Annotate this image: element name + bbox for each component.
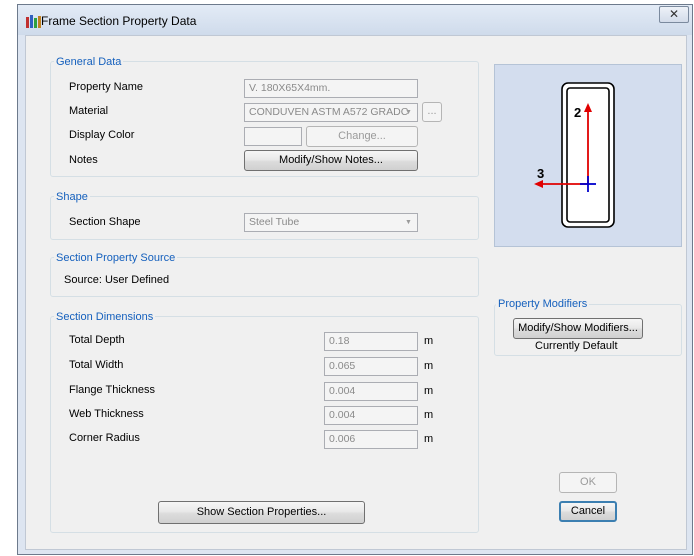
modify-show-modifiers-button[interactable]: Modify/Show Modifiers... — [513, 318, 643, 339]
title-bar[interactable]: Frame Section Property Data ✕ — [18, 5, 692, 35]
property-modifiers-legend: Property Modifiers — [496, 298, 590, 310]
corner-radius-label: Corner Radius — [69, 432, 140, 444]
dialog-window: Frame Section Property Data ✕ General Da… — [17, 4, 693, 555]
display-color-label: Display Color — [69, 129, 135, 141]
section-shape-label: Section Shape — [69, 216, 141, 228]
axis-3-label: 3 — [537, 166, 544, 181]
web-thickness-unit: m — [424, 409, 434, 421]
total-width-field[interactable]: 0.065 — [324, 357, 418, 376]
section-preview: 2 3 — [494, 64, 682, 247]
flange-thickness-label: Flange Thickness — [69, 384, 156, 396]
flange-thickness-field[interactable]: 0.004 — [324, 382, 418, 401]
app-icon — [26, 15, 41, 28]
display-color-swatch[interactable] — [244, 127, 302, 146]
show-section-properties-button[interactable]: Show Section Properties... — [158, 501, 365, 524]
web-thickness-field[interactable]: 0.004 — [324, 406, 418, 425]
total-depth-unit: m — [424, 335, 434, 347]
dialog-body: General Data Property Name V. 180X65X4mm… — [25, 35, 687, 550]
property-name-label: Property Name — [69, 81, 143, 93]
source-text: Source: User Defined — [64, 274, 170, 286]
notes-label: Notes — [69, 154, 98, 166]
total-depth-field[interactable]: 0.18 — [324, 332, 418, 351]
material-value: CONDUVEN ASTM A572 GRADC — [249, 106, 409, 118]
section-shape-value: Steel Tube — [249, 216, 300, 228]
modify-show-notes-button[interactable]: Modify/Show Notes... — [244, 150, 418, 171]
flange-thickness-unit: m — [424, 385, 434, 397]
property-source-legend: Section Property Source — [54, 252, 178, 264]
material-label: Material — [69, 105, 109, 117]
cancel-button[interactable]: Cancel — [559, 501, 617, 522]
modifiers-status: Currently Default — [535, 340, 618, 352]
axis-2-label: 2 — [574, 105, 581, 120]
total-width-label: Total Width — [69, 359, 124, 371]
change-color-button[interactable]: Change... — [306, 126, 418, 147]
close-icon: ✕ — [668, 7, 680, 21]
material-browse-button[interactable]: ... — [422, 102, 442, 122]
web-thickness-label: Web Thickness — [69, 408, 144, 420]
close-button[interactable]: ✕ — [659, 6, 689, 23]
section-shape-dropdown[interactable]: Steel Tube ▼ — [244, 213, 418, 232]
shape-legend: Shape — [54, 191, 90, 203]
property-name-field[interactable]: V. 180X65X4mm. — [244, 79, 418, 98]
chevron-down-icon: ▼ — [405, 219, 412, 226]
ok-button[interactable]: OK — [559, 472, 617, 493]
corner-radius-unit: m — [424, 433, 434, 445]
corner-radius-field[interactable]: 0.006 — [324, 430, 418, 449]
total-depth-label: Total Depth — [69, 334, 125, 346]
material-dropdown[interactable]: CONDUVEN ASTM A572 GRADC ▼ — [244, 103, 418, 122]
section-dimensions-legend: Section Dimensions — [54, 311, 156, 323]
window-title: Frame Section Property Data — [41, 14, 197, 28]
chevron-down-icon: ▼ — [405, 109, 412, 116]
total-width-unit: m — [424, 360, 434, 372]
general-data-legend: General Data — [54, 56, 124, 68]
